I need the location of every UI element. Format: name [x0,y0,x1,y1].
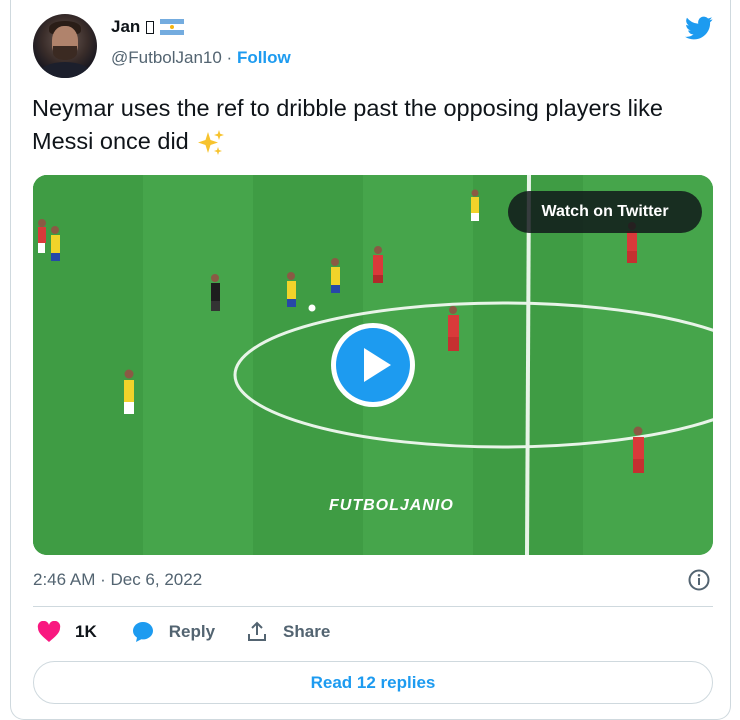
tweet-actions: 1K Reply Share [37,620,360,644]
argentina-flag-icon [160,19,185,35]
sparkles-icon [198,129,225,155]
like-count: 1K [75,622,97,641]
handle-separator: · [221,48,237,67]
tweet-timestamp[interactable]: 2:46 AM · Dec 6, 2022 [33,570,202,590]
player-yellow [471,189,479,221]
video-watermark: FUTBOLJANIO [329,497,454,514]
tweet-text: Neymar uses the ref to dribble past the … [32,92,712,158]
player-yellow [287,272,296,307]
play-icon[interactable] [329,321,417,409]
video-player[interactable]: Watch on Twitter FUTBOLJANIO [33,175,713,555]
heart-icon [37,621,61,642]
info-icon[interactable] [687,568,711,592]
share-button[interactable]: Share [245,620,330,644]
author-name[interactable]: Jan [111,17,140,37]
reply-label: Reply [168,622,216,641]
reply-bubble-icon [132,622,153,642]
share-label: Share [283,622,331,641]
divider [33,606,713,607]
author-handle-row: @FutbolJan10 · Follow [111,48,291,68]
avatar[interactable] [33,14,97,78]
avatar-beard [53,46,77,60]
author-handle[interactable]: @FutbolJan10 [111,48,222,67]
player-dark [211,274,220,311]
author-name-row[interactable]: Jan [111,17,185,37]
avatar-shirt [39,62,91,78]
share-icon [248,621,267,641]
like-button[interactable]: 1K [37,621,97,643]
player-yellow [124,369,134,414]
football [308,304,316,312]
player-yellow [331,258,340,293]
watch-on-twitter-button[interactable]: Watch on Twitter [508,191,702,233]
reply-button[interactable]: Reply [131,620,215,644]
player-red [373,246,383,283]
follow-button[interactable]: Follow [237,48,291,67]
missing-glyph-icon [146,20,155,34]
read-replies-button[interactable]: Read 12 replies [33,661,713,704]
tweet-text-body: Neymar uses the ref to dribble past the … [32,95,663,154]
player-yellow [51,226,60,261]
twitter-bird-icon[interactable] [683,14,715,42]
player-red [38,219,46,253]
